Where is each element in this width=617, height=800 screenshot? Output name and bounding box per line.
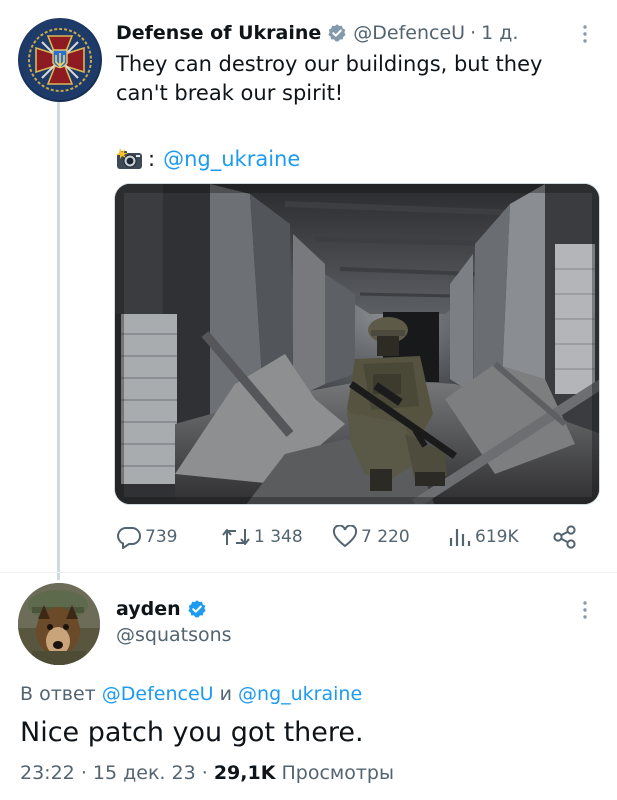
original-tweet[interactable]: Defense of Ukraine @DefenceU · 1 д. They… <box>0 0 617 580</box>
share-icon <box>553 525 576 549</box>
verified-badge-icon <box>328 24 346 42</box>
reply-time[interactable]: 23:22 <box>20 762 75 784</box>
meta-separator-1: · <box>80 762 87 784</box>
retweet-action[interactable]: 1 348 <box>221 522 303 552</box>
reply-action[interactable]: 739 <box>116 522 177 552</box>
author-handle[interactable]: @DefenceU <box>353 22 465 44</box>
meta-separator-2: · <box>201 762 208 784</box>
retweet-icon <box>222 529 250 545</box>
thread-connector-line <box>57 100 60 580</box>
camera-flash-icon <box>116 148 142 169</box>
like-icon <box>332 525 358 548</box>
ministry-emblem-icon <box>20 20 100 100</box>
reply-views-label: Просмотры <box>281 762 394 784</box>
reply-conjunction: и <box>219 683 232 705</box>
more-options-icon[interactable] <box>575 22 595 46</box>
reply-author-handle[interactable]: @squatsons <box>116 624 232 646</box>
reply-display-name[interactable]: ayden <box>116 598 181 620</box>
reply-author-name: ayden <box>116 595 213 623</box>
dog-soldier-avatar-image <box>18 583 100 665</box>
tweet-actions-bar: 739 1 348 7 220 619K <box>116 522 586 552</box>
verified-badge-icon <box>188 600 206 618</box>
credit-separator: : <box>148 147 156 171</box>
like-action[interactable]: 7 220 <box>332 522 410 552</box>
reply-metadata: 23:22 · 15 дек. 23 · 29,1K Просмотры <box>20 762 394 784</box>
defense-of-ukraine-avatar[interactable] <box>18 18 102 102</box>
reply-text: Nice patch you got there. <box>20 717 364 748</box>
tweet-header: Defense of Ukraine @DefenceU · 1 д. <box>116 18 518 48</box>
reply-prefix: В ответ <box>20 683 96 705</box>
reply-icon <box>117 527 141 549</box>
ayden-avatar[interactable] <box>18 583 100 665</box>
views-action[interactable]: 619K <box>446 522 519 552</box>
tweet-photo[interactable] <box>114 183 600 505</box>
ruined-corridor-soldier-photo <box>115 184 599 504</box>
tweet-text: They can destroy our buildings, but they… <box>116 52 543 105</box>
share-action[interactable] <box>552 522 581 552</box>
reply-views-count: 29,1K <box>213 762 276 784</box>
display-name[interactable]: Defense of Ukraine <box>116 22 321 44</box>
reply-mention-1[interactable]: @DefenceU <box>102 683 214 705</box>
photo-credit: : @ng_ukraine <box>116 144 300 174</box>
more-options-icon[interactable] <box>575 598 595 622</box>
reply-mention-2[interactable]: @ng_ukraine <box>238 683 362 705</box>
separator-dot: · <box>470 22 477 44</box>
reply-date[interactable]: 15 дек. 23 <box>93 762 196 784</box>
tweet-divider <box>0 572 617 573</box>
retweet-count: 1 348 <box>254 527 303 547</box>
tweet-time[interactable]: 1 д. <box>481 22 518 44</box>
replying-to-line: В ответ @DefenceU и @ng_ukraine <box>20 683 362 705</box>
reply-count: 739 <box>145 527 178 547</box>
like-count: 7 220 <box>361 527 410 547</box>
views-count: 619K <box>475 527 519 547</box>
views-icon <box>449 529 471 546</box>
credit-handle-link[interactable]: @ng_ukraine <box>163 144 300 174</box>
